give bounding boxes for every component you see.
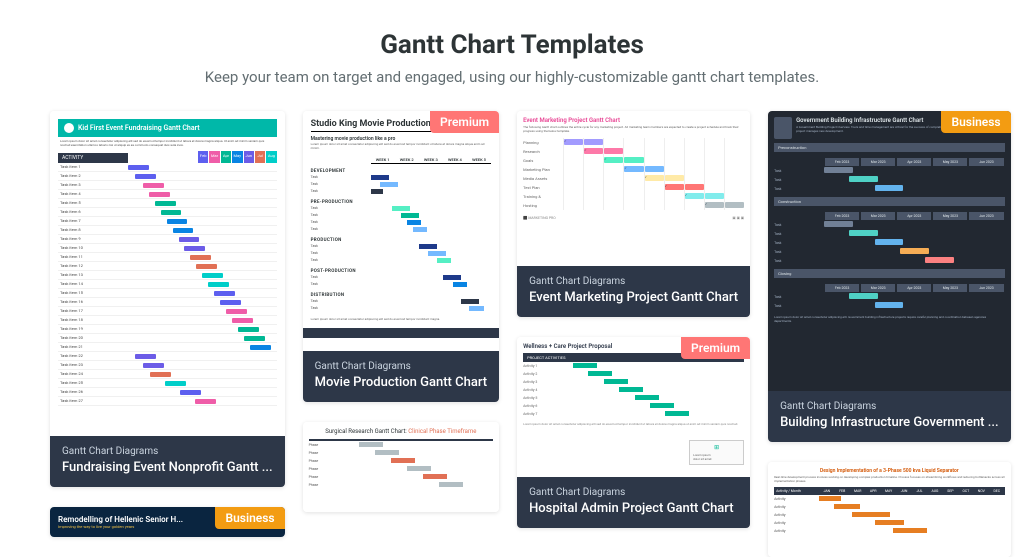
thumbnail: Design Implementation of a 3-Phase 500 k…	[768, 462, 1011, 557]
template-card-design-impl[interactable]: Design Implementation of a 3-Phase 500 k…	[768, 462, 1011, 557]
thumbnail: Government Building Infrastructure Gantt…	[768, 111, 1011, 391]
card-caption: Gantt Chart Diagrams Hospital Admin Proj…	[517, 477, 750, 528]
template-card-government[interactable]: Business Government Building Infrastruct…	[768, 111, 1011, 442]
template-card-hospital[interactable]: Premium Wellness + Care Project Proposal…	[517, 337, 750, 528]
template-card-event-marketing[interactable]: Event Marketing Project Gantt Chart The …	[517, 111, 750, 317]
template-card-remodelling[interactable]: Business Remodelling of Hellenic Senior …	[50, 507, 285, 537]
thumbnail: Event Marketing Project Gantt Chart The …	[517, 111, 750, 266]
card-caption: Gantt Chart Diagrams Fundraising Event N…	[50, 436, 285, 487]
page-title: Gantt Chart Templates	[50, 30, 974, 60]
page-subtitle: Keep your team on target and engaged, us…	[50, 68, 974, 86]
business-badge: Business	[941, 111, 1010, 133]
thumbnail: Studio King Movie Production Mastering m…	[303, 111, 500, 351]
card-caption: Gantt Chart Diagrams Movie Production Ga…	[303, 351, 500, 402]
template-card-movie[interactable]: Premium Studio King Movie Production Mas…	[303, 111, 500, 402]
thumbnail: Surgical Research Gantt Chart: Clinical …	[303, 422, 500, 512]
template-card-surgical[interactable]: Surgical Research Gantt Chart: Clinical …	[303, 422, 500, 512]
template-card-fundraising[interactable]: Kid First Event Fundraising Gantt Chart …	[50, 111, 285, 487]
card-caption: Gantt Chart Diagrams Building Infrastruc…	[768, 391, 1011, 442]
premium-badge: Premium	[430, 111, 499, 133]
thumbnail: Kid First Event Fundraising Gantt Chart …	[50, 111, 285, 436]
template-grid: Kid First Event Fundraising Gantt Chart …	[50, 111, 974, 557]
card-caption: Gantt Chart Diagrams Event Marketing Pro…	[517, 266, 750, 317]
premium-badge: Premium	[681, 337, 750, 359]
business-badge: Business	[215, 507, 284, 529]
